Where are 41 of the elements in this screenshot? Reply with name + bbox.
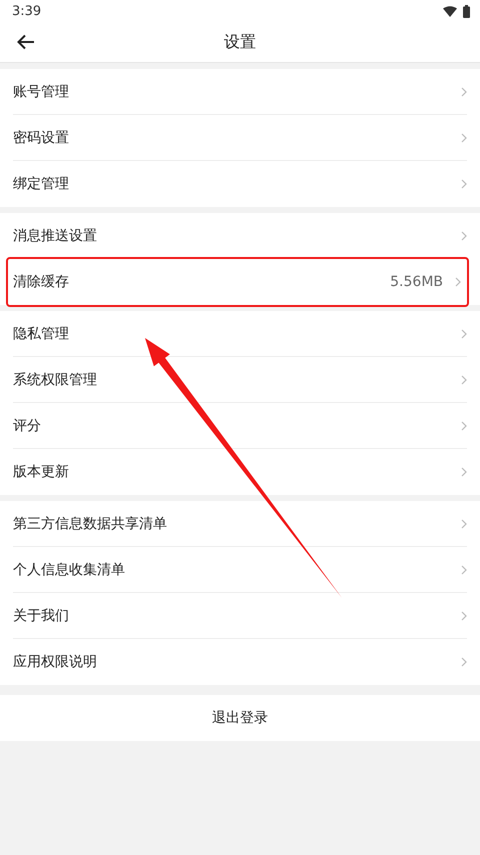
chevron-icon — [461, 420, 467, 430]
row-label: 隐私管理 — [13, 324, 69, 342]
logout-button[interactable]: 退出登录 — [0, 695, 480, 741]
row-label: 关于我们 — [13, 606, 69, 624]
settings-row[interactable]: 消息推送设置 — [13, 213, 467, 259]
status-time: 3:39 — [12, 4, 42, 18]
chevron-icon — [461, 86, 467, 96]
cache-size: 5.56MB — [390, 274, 443, 290]
page-title: 设置 — [224, 32, 256, 52]
row-label: 账号管理 — [13, 82, 69, 100]
row-label: 第三方信息数据共享清单 — [13, 514, 167, 532]
row-label: 评分 — [13, 416, 41, 434]
chevron-icon — [461, 610, 467, 620]
battery-icon — [463, 4, 470, 18]
chevron-icon — [461, 374, 467, 384]
row-label: 消息推送设置 — [13, 226, 97, 244]
back-arrow-icon[interactable] — [17, 34, 35, 50]
row-label: 清除缓存 — [13, 273, 69, 291]
chevron-icon — [455, 277, 461, 287]
chevron-icon — [461, 328, 467, 338]
row-label: 个人信息收集清单 — [13, 560, 125, 578]
row-label: 密码设置 — [13, 128, 69, 146]
wifi-icon — [443, 6, 457, 16]
chevron-icon — [461, 657, 467, 667]
settings-row[interactable]: 绑定管理 — [13, 161, 467, 207]
row-label: 绑定管理 — [13, 175, 69, 193]
settings-row[interactable]: 清除缓存 5.56MB — [8, 259, 467, 305]
row-label: 版本更新 — [13, 463, 69, 481]
row-label: 应用权限说明 — [13, 653, 97, 671]
chevron-icon — [461, 179, 467, 189]
chevron-icon — [461, 467, 467, 477]
settings-row[interactable]: 密码设置 — [13, 115, 467, 161]
row-label: 系统权限管理 — [13, 370, 97, 388]
chevron-icon — [461, 132, 467, 142]
chevron-icon — [461, 230, 467, 240]
settings-row[interactable]: 账号管理 — [13, 69, 467, 115]
settings-row[interactable]: 应用权限说明 — [13, 639, 467, 685]
settings-row[interactable]: 版本更新 — [13, 449, 467, 495]
settings-row[interactable]: 关于我们 — [13, 593, 467, 639]
chevron-icon — [461, 518, 467, 528]
chevron-icon — [461, 564, 467, 574]
